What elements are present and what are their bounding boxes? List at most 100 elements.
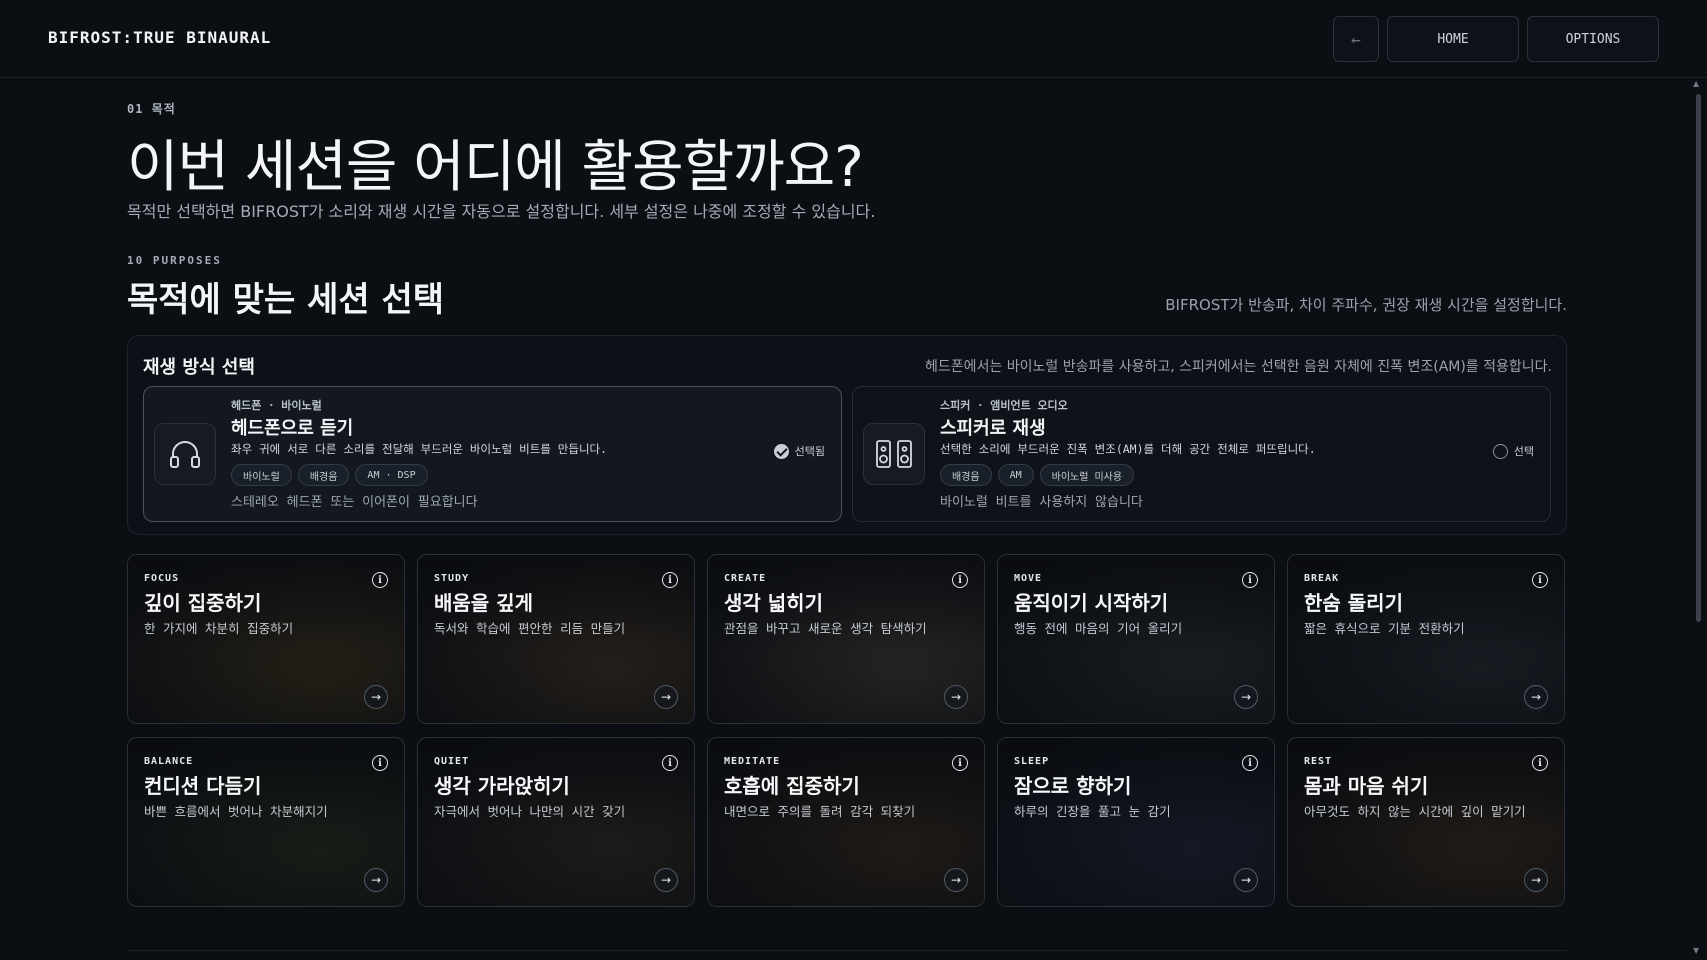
mode-tag: 바이노럴 미사용	[1039, 464, 1135, 486]
info-icon[interactable]: i	[1532, 572, 1548, 588]
purpose-title: 생각 가라앉히기	[434, 774, 570, 798]
arrow-right-icon[interactable]: →	[1234, 685, 1258, 709]
playback-panel-description: 헤드폰에서는 바이노럴 반송파를 사용하고, 스피커에서는 선택한 음원 자체에…	[925, 359, 1552, 375]
mode-tag: AM	[997, 464, 1034, 486]
purpose-code: BALANCE	[144, 756, 194, 767]
purpose-description: 내면으로 주의를 돌려 감각 되찾기	[724, 804, 916, 819]
check-icon	[773, 443, 789, 459]
mode-kicker: 스피커 · 앰비언트 오디오	[940, 399, 1068, 412]
purpose-card-break[interactable]: BREAK 한숨 돌리기짧은 휴식으로 기분 전환하기 i →	[1287, 554, 1565, 724]
arrow-left-icon: ←	[1351, 29, 1361, 49]
info-icon[interactable]: i	[1532, 755, 1548, 771]
mode-kicker: 헤드폰 · 바이노럴	[231, 399, 322, 412]
purpose-code: BREAK	[1304, 573, 1340, 584]
mode-card-speakers[interactable]: 스피커 · 앰비언트 오디오 스피커로 재생 선택한 소리에 부드러운 진폭 변…	[852, 386, 1551, 522]
mode-note: 스테레오 헤드폰 또는 이어폰이 필요합니다	[231, 495, 478, 510]
mode-title: 스피커로 재생	[940, 418, 1046, 439]
info-icon[interactable]: i	[662, 572, 678, 588]
purpose-code: SLEEP	[1014, 756, 1050, 767]
mode-tags: 배경음 AM 바이노럴 미사용	[940, 464, 1135, 486]
home-button[interactable]: HOME	[1387, 16, 1519, 62]
app-brand[interactable]: BIFROST:TRUE BINAURAL	[48, 28, 271, 47]
mode-tags: 바이노럴 배경음 AM · DSP	[231, 464, 428, 486]
arrow-right-icon[interactable]: →	[944, 685, 968, 709]
mode-tag: 배경음	[940, 464, 992, 486]
back-button[interactable]: ←	[1333, 16, 1379, 62]
arrow-right-icon[interactable]: →	[364, 868, 388, 892]
info-icon[interactable]: i	[662, 755, 678, 771]
arrow-right-icon[interactable]: →	[1524, 868, 1548, 892]
playback-panel-title: 재생 방식 선택	[143, 357, 255, 378]
speakers-icon	[863, 423, 925, 485]
step-label: 01 목적	[127, 102, 176, 116]
purpose-title: 잠으로 향하기	[1014, 774, 1132, 798]
mode-card-headphones[interactable]: 헤드폰 · 바이노럴 헤드폰으로 듣기 좌우 귀에 서로 다른 소리를 전달해 …	[143, 386, 842, 522]
purpose-title: 컨디션 다듬기	[144, 774, 262, 798]
playback-mode-panel: 재생 방식 선택 헤드폰에서는 바이노럴 반송파를 사용하고, 스피커에서는 선…	[127, 335, 1567, 535]
purpose-card-rest[interactable]: REST 몸과 마음 쉬기 아무것도 하지 않는 시간에 깊이 맡기기 i →	[1287, 737, 1565, 907]
purpose-code: MOVE	[1014, 573, 1043, 584]
purpose-code: STUDY	[434, 573, 470, 584]
purpose-card-move[interactable]: MOVE 움직이기 시작하기행동 전에 마음의 기어 올리기 i →	[997, 554, 1275, 724]
purpose-code: QUIET	[434, 756, 470, 767]
purpose-description: 독서와 학습에 편안한 리듬 만들기	[434, 621, 626, 636]
info-icon[interactable]: i	[372, 755, 388, 771]
purpose-description: 행동 전에 마음의 기어 올리기	[1014, 621, 1183, 636]
arrow-right-icon[interactable]: →	[654, 685, 678, 709]
mode-tag: 배경음	[297, 464, 350, 486]
purpose-code: FOCUS	[144, 573, 180, 584]
purposes-count-label: 10 PURPOSES	[127, 254, 222, 267]
purpose-card-quiet[interactable]: QUIET 생각 가라앉히기자극에서 벗어나 나만의 시간 갖기 i →	[417, 737, 695, 907]
purpose-code: CREATE	[724, 573, 767, 584]
purpose-card-sleep[interactable]: SLEEP 잠으로 향하기하루의 긴장을 풀고 눈 감기 i →	[997, 737, 1275, 907]
purpose-title: 한숨 돌리기	[1304, 591, 1403, 615]
info-icon[interactable]: i	[1242, 572, 1258, 588]
purpose-title: 배움을 깊게	[434, 591, 533, 615]
purpose-card-study[interactable]: STUDY 배움을 깊게독서와 학습에 편안한 리듬 만들기 i →	[417, 554, 695, 724]
mode-description: 선택한 소리에 부드러운 진폭 변조(AM)를 더해 공간 전체로 퍼뜨립니다.	[940, 442, 1316, 456]
page-title: 이번 세션을 어디에 활용할까요?	[127, 135, 864, 200]
mode-select-radio[interactable]: 선택	[1492, 443, 1534, 459]
arrow-right-icon[interactable]: →	[944, 868, 968, 892]
purpose-card-focus[interactable]: FOCUS 깊이 집중하기한 가지에 차분히 집중하기 i →	[127, 554, 405, 724]
arrow-right-icon[interactable]: →	[1234, 868, 1258, 892]
purpose-description: 바쁜 흐름에서 벗어나 차분해지기	[144, 804, 328, 819]
purpose-title: 깊이 집중하기	[144, 591, 262, 615]
info-icon[interactable]: i	[372, 572, 388, 588]
options-button[interactable]: OPTIONS	[1527, 16, 1659, 62]
purpose-description: 하루의 긴장을 풀고 눈 감기	[1014, 804, 1171, 819]
purpose-description: 한 가지에 차분히 집중하기	[144, 621, 294, 636]
purpose-card-meditate[interactable]: MEDITATE 호흡에 집중하기 내면으로 주의를 돌려 감각 되찾기 i →	[707, 737, 985, 907]
purpose-card-create[interactable]: CREATE 생각 넓히기 관점을 바꾸고 새로운 생각 탐색하기 i →	[707, 554, 985, 724]
arrow-right-icon[interactable]: →	[1524, 685, 1548, 709]
arrow-right-icon[interactable]: →	[364, 685, 388, 709]
purpose-card-balance[interactable]: BALANCE 컨디션 다듬기바쁜 흐름에서 벗어나 차분해지기 i →	[127, 737, 405, 907]
mode-tag: 바이노럴	[231, 464, 292, 486]
arrow-right-icon[interactable]: →	[654, 868, 678, 892]
mode-title: 헤드폰으로 듣기	[231, 418, 354, 439]
mode-description: 좌우 귀에 서로 다른 소리를 전달해 부드러운 바이노럴 비트를 만듭니다.	[231, 442, 608, 456]
purpose-description: 자극에서 벗어나 나만의 시간 갖기	[434, 804, 626, 819]
scrollbar-thumb[interactable]	[1696, 94, 1701, 622]
mode-select-label: 선택	[1513, 445, 1534, 458]
mode-select-label: 선택됨	[794, 445, 825, 458]
scroll-down-arrow[interactable]: ▼	[1693, 946, 1699, 955]
section-note: BIFROST가 반송파, 차이 주파수, 권장 재생 시간을 설정합니다.	[1165, 296, 1567, 314]
info-icon[interactable]: i	[952, 755, 968, 771]
purpose-description: 짧은 휴식으로 기분 전환하기	[1304, 621, 1465, 636]
divider	[127, 950, 1567, 951]
info-icon[interactable]: i	[952, 572, 968, 588]
mode-note: 바이노럴 비트를 사용하지 않습니다	[940, 495, 1143, 510]
purpose-code: MEDITATE	[724, 756, 781, 767]
top-bar: BIFROST:TRUE BINAURAL ← HOME OPTIONS	[0, 0, 1707, 78]
mode-tag: AM · DSP	[355, 464, 428, 486]
scroll-up-arrow[interactable]: ▲	[1693, 79, 1699, 88]
headphones-icon	[154, 423, 216, 485]
purpose-title: 움직이기 시작하기	[1014, 591, 1169, 615]
info-icon[interactable]: i	[1242, 755, 1258, 771]
page-description: 목적만 선택하면 BIFROST가 소리와 재생 시간을 자동으로 설정합니다.…	[127, 202, 876, 221]
purpose-code: REST	[1304, 756, 1333, 767]
purpose-title: 몸과 마음 쉬기	[1304, 774, 1429, 798]
purpose-description: 관점을 바꾸고 새로운 생각 탐색하기	[724, 621, 927, 636]
mode-select-radio[interactable]: 선택됨	[773, 443, 825, 459]
